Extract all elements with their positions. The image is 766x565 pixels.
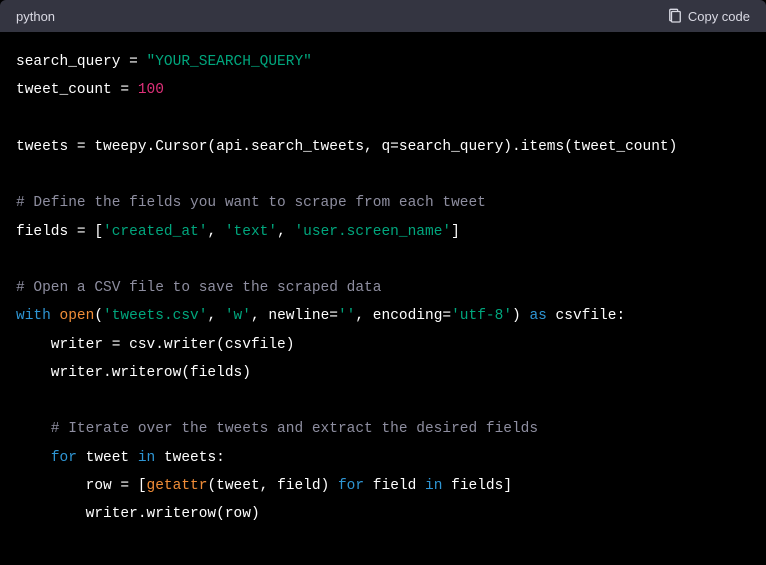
code-token: in [425,478,442,494]
code-token: '' [338,308,355,324]
code-token: 'tweets.csv' [103,308,207,324]
code-token: # Open a CSV file to save the scraped da… [16,280,381,296]
code-token: 'user.screen_name' [294,224,451,240]
code-token: ( [94,308,103,324]
code-token: for [338,478,364,494]
code-token: csvfile: [547,308,625,324]
code-token: tweet [77,450,138,466]
copy-code-label: Copy code [688,9,750,24]
code-token: field [364,478,425,494]
code-token: getattr [147,478,208,494]
code-token: as [529,308,546,324]
code-token: writer.writerow(fields) [16,365,251,381]
code-token: row = [ [16,478,147,494]
code-token: open [60,308,95,324]
copy-code-button[interactable]: Copy code [668,8,750,24]
code-token: tweets: [155,450,225,466]
code-token [16,450,51,466]
code-token: for [51,450,77,466]
code-header: python Copy code [0,0,766,32]
code-token: , encoding= [355,308,451,324]
code-token: 'utf-8' [451,308,512,324]
code-token: fields] [442,478,512,494]
code-token: writer = csv.writer(csvfile) [16,337,294,353]
code-token: 'created_at' [103,224,207,240]
code-token: ] [451,224,460,240]
code-token: search_query = [16,54,147,70]
code-token: "YOUR_SEARCH_QUERY" [147,54,312,70]
code-token: (tweet, field) [207,478,338,494]
clipboard-icon [668,8,682,24]
code-token: # Define the fields you want to scrape f… [16,195,486,211]
code-token: , [207,224,224,240]
code-token: , [277,224,294,240]
code-block: python Copy code search_query = "YOUR_SE… [0,0,766,565]
code-token: writer.writerow(row) [16,506,260,522]
code-token: with [16,308,51,324]
code-token: , [207,308,224,324]
code-content[interactable]: search_query = "YOUR_SEARCH_QUERY" tweet… [0,32,766,545]
code-token: tweets = tweepy.Cursor(api.search_tweets… [16,139,677,155]
code-token: 'w' [225,308,251,324]
code-token: ) [512,308,529,324]
code-token: tweet_count = [16,82,138,98]
code-token: 100 [138,82,164,98]
code-token [51,308,60,324]
code-token: fields = [ [16,224,103,240]
code-token: 'text' [225,224,277,240]
code-token: # Iterate over the tweets and extract th… [16,421,538,437]
code-token: in [138,450,155,466]
code-token: , newline= [251,308,338,324]
language-label: python [16,9,55,24]
